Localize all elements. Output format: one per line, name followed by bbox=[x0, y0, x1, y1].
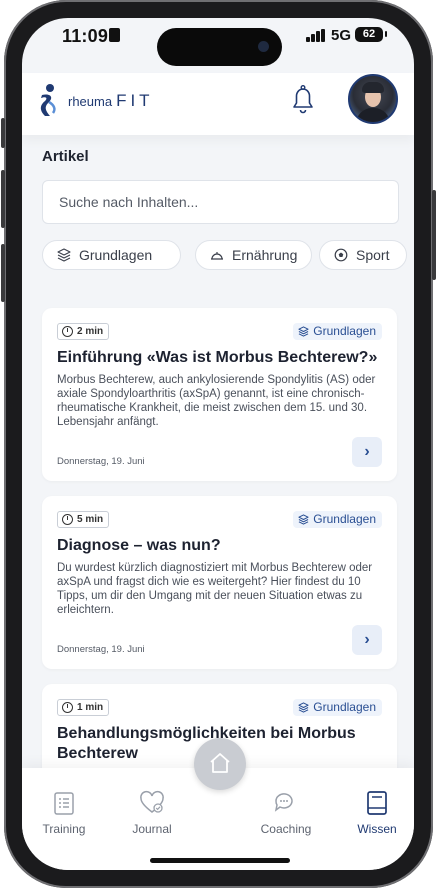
layers-icon bbox=[298, 702, 309, 713]
filter-chip-label: Grundlagen bbox=[79, 247, 153, 263]
filter-chips: Grundlagen Ernährung Sport bbox=[42, 240, 414, 270]
tab-label: Training bbox=[42, 822, 86, 836]
category-text: Grundlagen bbox=[313, 512, 376, 526]
battery-icon: 62 bbox=[355, 27, 383, 42]
brand-logo-text: rheuma FIT bbox=[68, 91, 154, 111]
article-date: Donnerstag, 19. Juni bbox=[57, 644, 145, 655]
duration-text: 2 min bbox=[77, 326, 104, 337]
signal-icon bbox=[306, 29, 326, 42]
volume-up-button bbox=[1, 170, 5, 228]
article-title: Einführung «Was ist Morbus Bechterew?» bbox=[57, 349, 378, 366]
clock-icon bbox=[62, 514, 73, 525]
tab-wissen[interactable]: Wissen bbox=[337, 790, 414, 836]
dynamic-island bbox=[157, 28, 282, 66]
duration-badge: 2 min bbox=[57, 323, 110, 340]
category-tag: Grundlagen bbox=[293, 699, 382, 716]
section-title: Artikel bbox=[42, 148, 89, 165]
camera-icon bbox=[258, 41, 269, 52]
id-card-icon bbox=[109, 28, 120, 42]
home-indicator bbox=[150, 858, 290, 863]
clock-icon bbox=[62, 326, 73, 337]
filter-chip-ernaehrung[interactable]: Ernährung bbox=[195, 240, 312, 270]
filter-chip-label: Ernährung bbox=[232, 247, 298, 263]
home-icon bbox=[210, 753, 230, 773]
filter-chip-grundlagen[interactable]: Grundlagen bbox=[42, 240, 181, 270]
network-type: 5G bbox=[331, 27, 352, 44]
status-bar: 11:09 5G 62 bbox=[22, 18, 414, 66]
power-button bbox=[432, 190, 436, 280]
heart-check-icon bbox=[140, 790, 164, 813]
chevron-right-icon[interactable]: › bbox=[352, 437, 382, 467]
tab-label: Wissen bbox=[357, 822, 397, 836]
duration-text: 5 min bbox=[77, 514, 104, 525]
clock-icon bbox=[62, 702, 73, 713]
chat-bubbles-icon bbox=[274, 793, 293, 812]
category-text: Grundlagen bbox=[313, 324, 376, 338]
notification-bell-icon[interactable] bbox=[288, 82, 318, 116]
user-avatar[interactable] bbox=[348, 74, 398, 124]
tab-label: Coaching bbox=[260, 822, 312, 836]
ball-icon bbox=[334, 248, 348, 262]
clipboard-icon bbox=[54, 792, 74, 815]
battery-cap bbox=[385, 31, 387, 37]
search-field[interactable] bbox=[42, 180, 399, 224]
app-header: rheuma FIT bbox=[22, 73, 414, 135]
duration-text: 1 min bbox=[77, 702, 104, 713]
brand-suffix: FIT bbox=[116, 91, 154, 110]
layers-icon bbox=[57, 248, 71, 262]
category-tag: Grundlagen bbox=[293, 511, 382, 528]
duration-badge: 5 min bbox=[57, 511, 110, 528]
tab-training[interactable]: Training bbox=[24, 790, 104, 836]
book-icon bbox=[367, 791, 387, 815]
category-tag: Grundlagen bbox=[293, 323, 382, 340]
status-time: 11:09 bbox=[62, 26, 109, 46]
layers-icon bbox=[298, 514, 309, 525]
article-card[interactable]: 2 min Grundlagen Einführung «Was ist Mor… bbox=[42, 308, 397, 481]
article-card[interactable]: 5 min Grundlagen Diagnose – was nun? Du … bbox=[42, 496, 397, 669]
volume-down-button bbox=[1, 244, 5, 302]
home-button[interactable] bbox=[194, 738, 246, 790]
brand-prefix: rheuma bbox=[68, 94, 113, 109]
mute-switch bbox=[1, 118, 5, 148]
food-cover-icon bbox=[211, 252, 223, 260]
layers-icon bbox=[298, 326, 309, 337]
article-description: Du wurdest kürzlich diagnostiziert mit M… bbox=[57, 562, 373, 616]
logo-icon bbox=[40, 84, 56, 116]
article-title: Diagnose – was nun? bbox=[57, 537, 221, 554]
tab-label: Journal bbox=[132, 822, 172, 836]
category-text: Grundlagen bbox=[313, 700, 376, 714]
avatar-hair bbox=[362, 82, 384, 93]
article-date: Donnerstag, 19. Juni bbox=[57, 456, 145, 467]
tab-journal[interactable]: Journal bbox=[112, 790, 192, 836]
chevron-right-icon[interactable]: › bbox=[352, 625, 382, 655]
app-screen: 11:09 5G 62 rheuma FIT Artikel Suche nac… bbox=[22, 18, 414, 870]
filter-chip-label: Sport bbox=[356, 247, 390, 263]
search-input[interactable] bbox=[57, 181, 381, 223]
tab-coaching[interactable]: Coaching bbox=[246, 790, 326, 836]
duration-badge: 1 min bbox=[57, 699, 110, 716]
avatar-shirt bbox=[356, 108, 390, 122]
filter-chip-sport[interactable]: Sport bbox=[319, 240, 407, 270]
article-description: Morbus Bechterew, auch ankylosierende Sp… bbox=[57, 374, 376, 428]
